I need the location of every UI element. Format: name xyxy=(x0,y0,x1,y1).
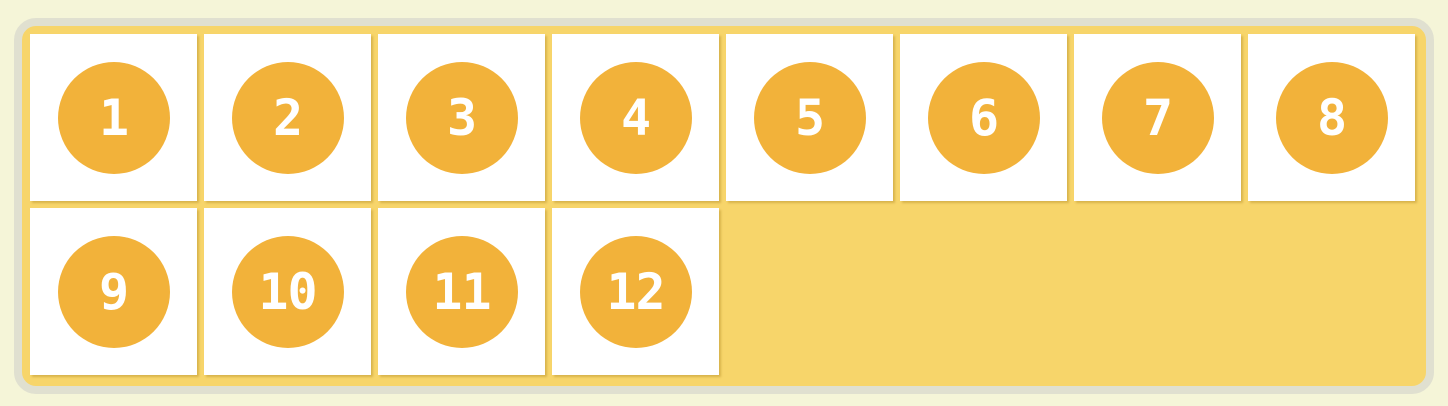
item-grid: 1 2 3 4 5 6 7 8 9 10 11 12 xyxy=(30,34,1415,375)
number-badge: 3 xyxy=(405,61,518,174)
grid-container: 1 2 3 4 5 6 7 8 9 10 11 12 xyxy=(14,18,1434,394)
number-badge: 11 xyxy=(405,235,518,348)
grid-item-4[interactable]: 4 xyxy=(552,34,719,201)
grid-item-5[interactable]: 5 xyxy=(726,34,893,201)
number-badge: 6 xyxy=(927,61,1040,174)
number-badge: 10 xyxy=(231,235,344,348)
grid-item-10[interactable]: 10 xyxy=(204,208,371,375)
grid-item-8[interactable]: 8 xyxy=(1248,34,1415,201)
number-badge: 8 xyxy=(1275,61,1388,174)
grid-item-3[interactable]: 3 xyxy=(378,34,545,201)
grid-item-9[interactable]: 9 xyxy=(30,208,197,375)
grid-item-1[interactable]: 1 xyxy=(30,34,197,201)
grid-item-6[interactable]: 6 xyxy=(900,34,1067,201)
grid-item-7[interactable]: 7 xyxy=(1074,34,1241,201)
grid-item-11[interactable]: 11 xyxy=(378,208,545,375)
number-badge: 9 xyxy=(57,235,170,348)
number-badge: 5 xyxy=(753,61,866,174)
number-badge: 12 xyxy=(579,235,692,348)
grid-item-12[interactable]: 12 xyxy=(552,208,719,375)
grid-item-2[interactable]: 2 xyxy=(204,34,371,201)
number-badge: 1 xyxy=(57,61,170,174)
number-badge: 7 xyxy=(1101,61,1214,174)
number-badge: 4 xyxy=(579,61,692,174)
number-badge: 2 xyxy=(231,61,344,174)
